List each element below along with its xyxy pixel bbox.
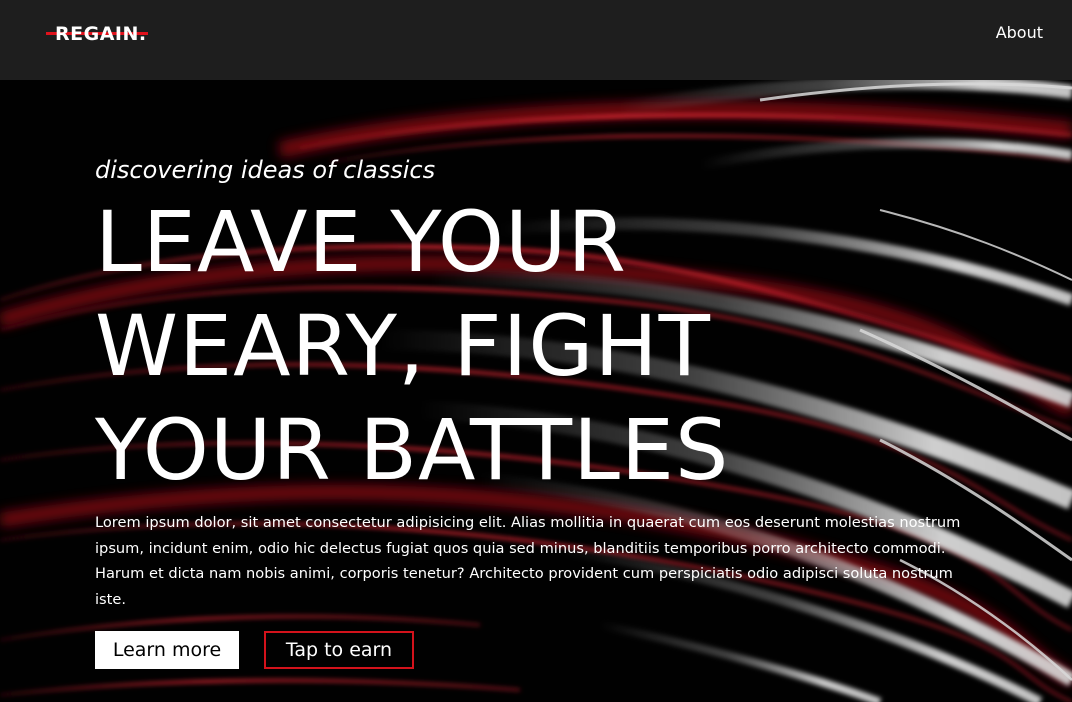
headline-line-3: YOUR BATTLES: [95, 401, 730, 499]
learn-more-button[interactable]: Learn more: [95, 631, 239, 669]
headline-line-2: WEARY, FIGHT: [95, 297, 711, 395]
hero-headline: LEAVE YOUR WEARY, FIGHT YOUR BATTLES: [95, 190, 729, 502]
logo[interactable]: REGAIN.: [55, 21, 147, 47]
hero-tagline: discovering ideas of classics: [95, 156, 436, 184]
hero-section: discovering ideas of classics LEAVE YOUR…: [0, 80, 1072, 702]
hero-body-text: Lorem ipsum dolor, sit amet consectetur …: [95, 514, 961, 608]
logo-text: REGAIN.: [55, 23, 147, 45]
nav-about-link[interactable]: About: [996, 22, 1043, 44]
navbar: REGAIN. About: [0, 0, 1072, 80]
headline-line-1: LEAVE YOUR: [95, 193, 627, 291]
tap-to-earn-button[interactable]: Tap to earn: [264, 631, 414, 669]
